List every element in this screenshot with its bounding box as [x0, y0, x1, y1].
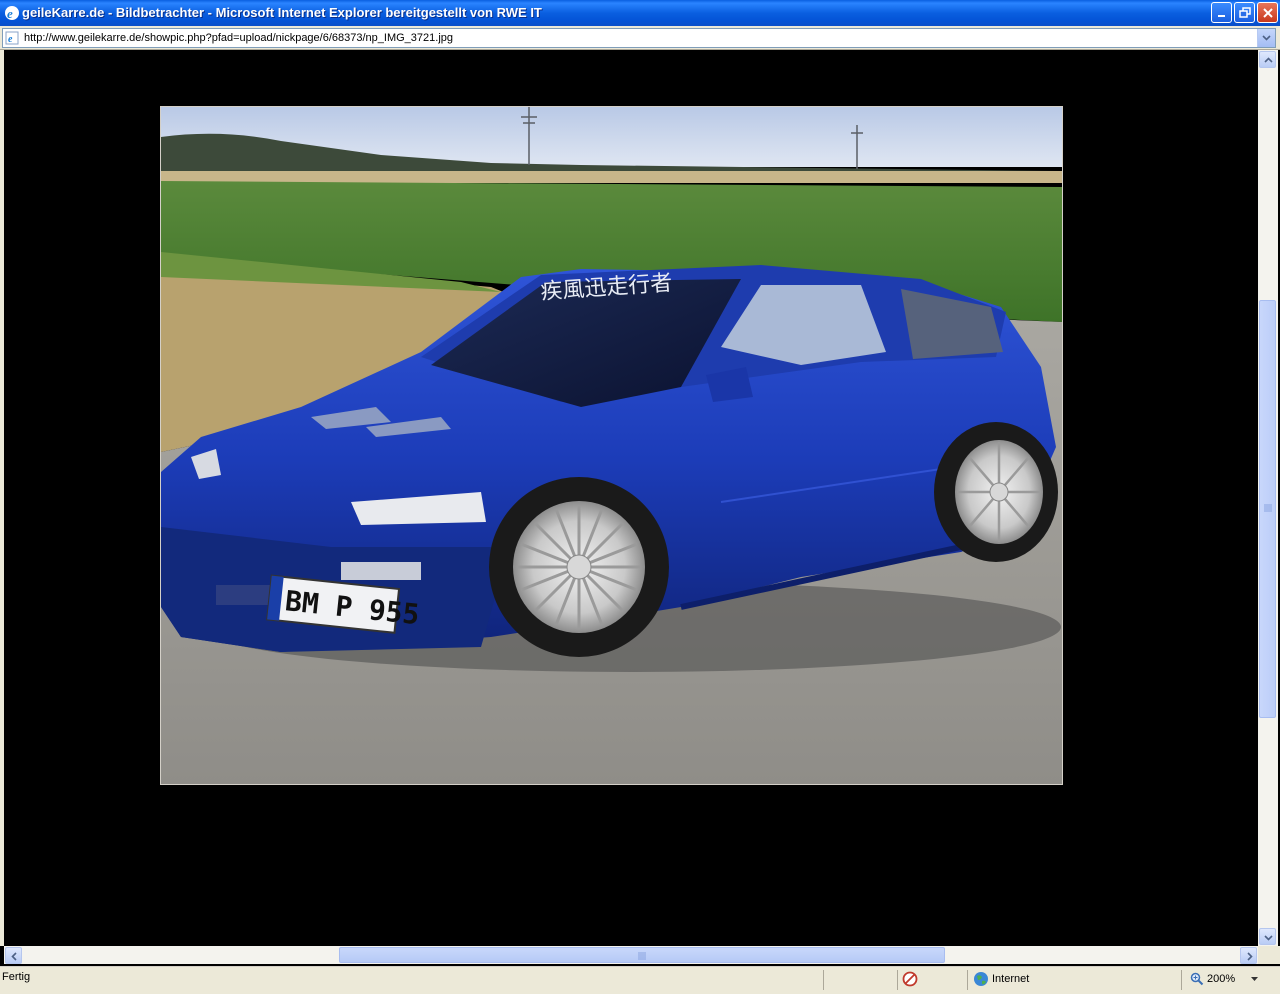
- window-title: geileKarre.de - Bildbetrachter - Microso…: [22, 5, 542, 20]
- vertical-scrollbar[interactable]: [1258, 50, 1278, 946]
- address-url[interactable]: http://www.geilekarre.de/showpic.php?pfa…: [24, 32, 453, 44]
- status-cell-zone[interactable]: Internet: [967, 970, 1181, 990]
- chevron-up-icon: [1264, 57, 1273, 63]
- address-dropdown-button[interactable]: [1257, 29, 1275, 47]
- grip-icon: [1264, 504, 1272, 512]
- scrollbar-corner: [1258, 946, 1280, 964]
- chevron-down-icon: [1262, 35, 1271, 41]
- zoom-level: 200%: [1207, 973, 1236, 985]
- vertical-scroll-thumb[interactable]: [1259, 300, 1276, 718]
- scroll-right-button[interactable]: [1240, 947, 1257, 964]
- scroll-up-button[interactable]: [1259, 51, 1276, 68]
- grip-icon: [638, 952, 646, 960]
- status-bar: Fertig Internet 200%: [0, 966, 1280, 994]
- address-field[interactable]: e http://www.geilekarre.de/showpic.php?p…: [2, 28, 1276, 48]
- restore-button[interactable]: [1234, 2, 1255, 23]
- horizontal-scrollbar[interactable]: [4, 946, 1258, 964]
- page-content: 疾風迅走行者 BM P 955: [0, 50, 1258, 946]
- close-button[interactable]: [1257, 2, 1278, 23]
- window-titlebar[interactable]: e geileKarre.de - Bildbetrachter - Micro…: [0, 0, 1280, 26]
- horizontal-scroll-thumb[interactable]: [339, 947, 945, 963]
- popup-blocked-icon: [902, 971, 918, 987]
- chevron-down-icon: [1251, 977, 1258, 981]
- minimize-button[interactable]: [1211, 2, 1232, 23]
- status-text: Fertig: [2, 971, 31, 983]
- magnifier-icon: [1190, 972, 1204, 986]
- svg-text:e: e: [7, 6, 13, 21]
- scroll-down-button[interactable]: [1259, 928, 1276, 945]
- chevron-left-icon: [11, 952, 17, 961]
- svg-text:e: e: [8, 34, 13, 45]
- status-cell-popup[interactable]: [897, 970, 967, 990]
- globe-icon: [974, 972, 988, 986]
- zone-text: Internet: [992, 973, 1030, 985]
- chevron-down-icon: [1264, 935, 1273, 941]
- address-bar: e http://www.geilekarre.de/showpic.php?p…: [0, 26, 1280, 50]
- ie-logo-icon: e: [4, 5, 20, 21]
- page-icon: e: [5, 31, 19, 45]
- zoom-control[interactable]: 200%: [1181, 970, 1280, 990]
- chevron-right-icon: [1247, 952, 1253, 961]
- car-photo: 疾風迅走行者 BM P 955: [160, 106, 1063, 785]
- scroll-left-button[interactable]: [5, 947, 22, 964]
- status-cell-empty: [823, 970, 897, 990]
